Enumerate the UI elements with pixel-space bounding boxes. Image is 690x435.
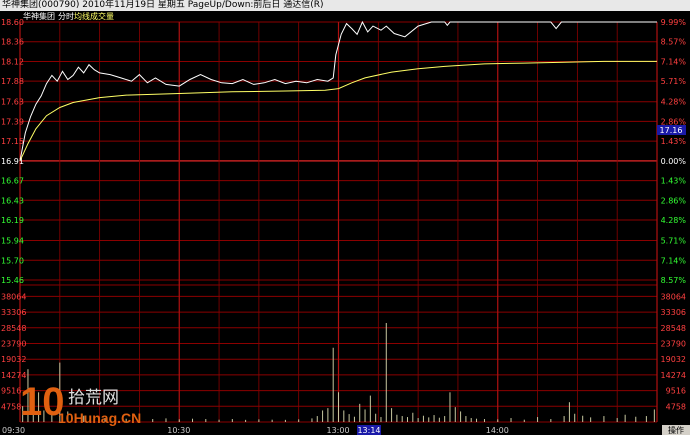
price-tick-label: 15.94 (1, 237, 24, 246)
percent-tick-label: 4.28% (661, 98, 687, 107)
price-tick-label: 17.88 (1, 77, 24, 86)
volume-tick-label: 14274 (661, 371, 686, 380)
percent-tick-label: 8.57% (661, 38, 687, 47)
volume-tick-label: 38064 (661, 292, 686, 301)
price-tick-label: 16.67 (1, 177, 24, 186)
price-tick-label: 17.63 (1, 98, 24, 107)
price-tick-label: 16.19 (1, 216, 24, 225)
legend-avg-line: 均线 (74, 11, 90, 21)
time-tick-label: 09:30 (2, 426, 25, 435)
percent-tick-label: 0.00% (661, 157, 687, 166)
cursor-time-tag: 13:14 (357, 425, 381, 435)
price-tick-label: 17.39 (1, 117, 24, 126)
volume-tick-label: 28548 (1, 324, 26, 333)
price-tick-label: 18.12 (1, 57, 24, 66)
current-price-value: 17.16 (660, 126, 683, 135)
percent-tick-label: 5.71% (661, 77, 687, 86)
volume-tick-label: 33306 (661, 308, 686, 317)
volume-tick-label: 19032 (1, 355, 26, 364)
price-tick-label: 18.36 (1, 38, 24, 47)
percent-tick-label: 1.43% (661, 137, 687, 146)
cursor-time-value: 13:14 (357, 426, 380, 435)
window-title: 华神集团(000790) 2010年11月19日 星期五 PageUp/Down… (0, 0, 690, 11)
volume-tick-label: 9516 (1, 387, 21, 396)
percent-tick-label: 1.43% (661, 177, 687, 186)
volume-tick-label: 9516 (666, 387, 686, 396)
percent-tick-label: 2.86% (661, 196, 687, 205)
volume-tick-label: 4758 (1, 402, 21, 411)
percent-tick-label: 8.57% (661, 276, 687, 285)
chart-background (0, 11, 690, 435)
price-tick-label: 18.60 (1, 18, 24, 27)
legend-stock-name: 华神集团 (23, 11, 55, 21)
intraday-chart[interactable]: 华神集团 分时 均线 成交量 18.60 18.36 18.12 17.88 17.63… (0, 11, 690, 435)
volume-tick-label: 38064 (1, 292, 26, 301)
percent-tick-label: 7.14% (661, 57, 687, 66)
percent-tick-label: 5.71% (661, 237, 687, 246)
legend-volume: 成交量 (90, 11, 114, 21)
logo-name: 拾荒网 (68, 388, 119, 408)
logo-url: 10Hunag.CN (58, 410, 141, 426)
price-tick-label: 15.46 (1, 276, 24, 285)
price-tick-label: 15.70 (1, 256, 24, 265)
volume-tick-label: 4758 (666, 402, 686, 411)
volume-tick-label: 23790 (661, 339, 686, 348)
volume-tick-label: 14274 (1, 371, 26, 380)
percent-tick-label: 7.14% (661, 256, 687, 265)
volume-tick-label: 23790 (1, 339, 26, 348)
operate-button[interactable]: 操作 (662, 425, 690, 435)
price-tick-label: 17.15 (1, 137, 24, 146)
time-tick-label: 13:00 (327, 426, 350, 435)
operate-button-label: 操作 (668, 425, 684, 435)
price-tick-label: 16.43 (1, 196, 24, 205)
volume-tick-label: 33306 (1, 308, 26, 317)
time-tick-label: 10:30 (167, 426, 190, 435)
volume-tick-label: 19032 (661, 355, 686, 364)
percent-tick-label: 9.99% (661, 18, 687, 27)
current-price-tag: 17.16 (657, 125, 686, 135)
time-tick-label: 14:00 (486, 426, 509, 435)
legend-mode: 分时 (58, 11, 74, 21)
volume-tick-label: 28548 (661, 324, 686, 333)
percent-tick-label: 4.28% (661, 216, 687, 225)
